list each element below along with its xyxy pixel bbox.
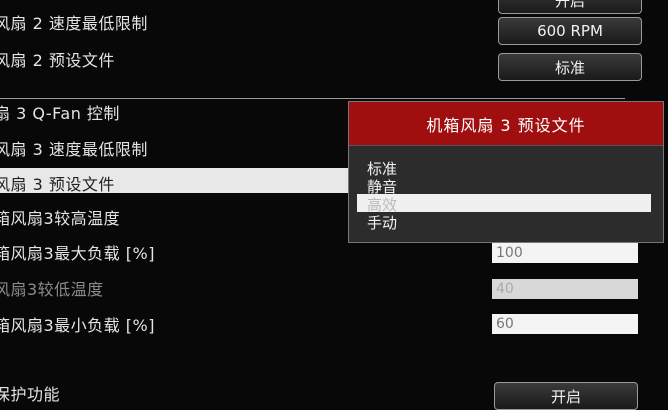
fan3-min-speed-label: 风扇 3 速度最低限制 — [0, 140, 148, 159]
protection-button[interactable]: 开启 — [494, 382, 638, 410]
popup-title: 机箱风扇 3 预设文件 — [349, 102, 663, 146]
top-partial-button-label: 开启 — [554, 0, 585, 10]
top-partial-button[interactable]: 开启 — [498, 0, 642, 14]
fan3-qfan-label: 扇 3 Q-Fan 控制 — [0, 104, 120, 123]
popup-selection-bar — [357, 194, 651, 212]
fan3-lower-temp-label: 风扇3较低温度 — [0, 280, 104, 299]
protection-label: 保护功能 — [0, 385, 61, 404]
fan2-min-speed-button[interactable]: 600 RPM — [498, 17, 642, 45]
fan2-min-speed-label: 风扇 2 速度最低限制 — [0, 14, 148, 33]
popup-option-manual[interactable]: 手动 — [367, 212, 397, 233]
fan2-profile-button[interactable]: 标准 — [498, 53, 642, 81]
fan3-upper-temp-label: 箱风扇3较高温度 — [0, 209, 121, 228]
fan3-min-duty-label: 箱风扇3最小负载 [%] — [0, 316, 155, 335]
fan3-profile-label[interactable]: 风扇 3 预设文件 — [0, 171, 115, 195]
fan2-profile-label: 风扇 2 预设文件 — [0, 51, 115, 70]
popup-options: 标准 静音 高效 手动 — [349, 146, 663, 242]
profile-popup: 机箱风扇 3 预设文件 标准 静音 高效 手动 — [348, 101, 664, 243]
fan3-min-duty-field[interactable]: 60 — [492, 314, 638, 334]
section-divider — [0, 98, 625, 99]
protection-button-label: 开启 — [550, 387, 581, 406]
fan2-profile-value: 标准 — [554, 58, 585, 77]
fan2-min-speed-value: 600 RPM — [537, 22, 603, 40]
fan3-lower-temp-field: 40 — [492, 279, 638, 299]
fan3-max-duty-label: 箱风扇3最大负载 [%] — [0, 244, 155, 263]
fan3-max-duty-field[interactable]: 100 — [492, 243, 638, 263]
